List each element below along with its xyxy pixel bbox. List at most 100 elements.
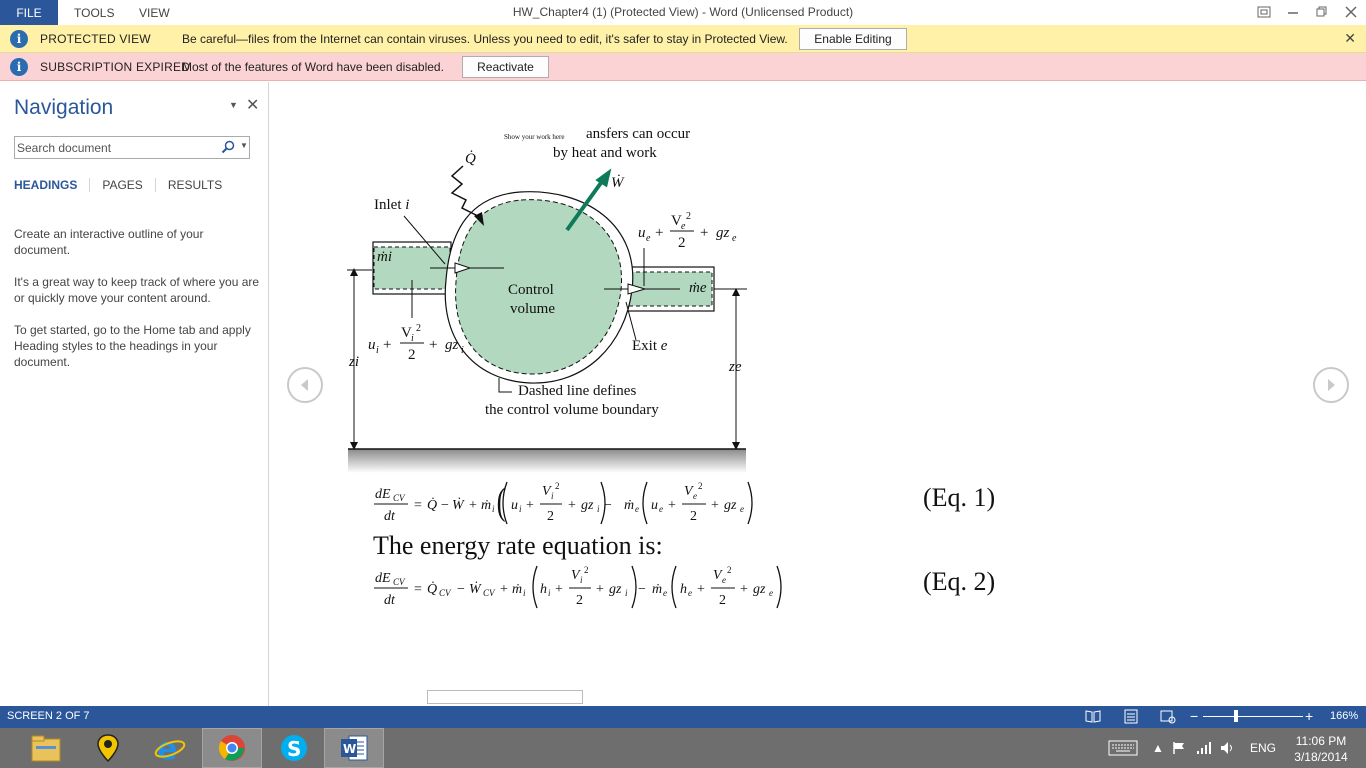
heat-squiggle	[450, 165, 479, 217]
ze-label: ze	[729, 359, 742, 375]
equation-2: dE CV dt = Q̇ CV − Ẇ CV + ṁ i h i + V i …	[374, 565, 782, 609]
zi-label: zi	[349, 354, 360, 370]
svg-text:2: 2	[584, 565, 589, 575]
help-text: It's a great way to keep track of where …	[14, 275, 260, 305]
svg-text:2: 2	[416, 323, 421, 334]
svg-text:Q̇: Q̇	[427, 497, 437, 513]
svg-text:gz: gz	[609, 582, 622, 597]
svg-text:h: h	[540, 582, 547, 597]
horizontal-scrollbar[interactable]	[427, 690, 583, 704]
file-explorer-icon[interactable]	[16, 728, 76, 768]
svg-text:2: 2	[719, 593, 726, 608]
reactivate-button[interactable]: Reactivate	[462, 56, 549, 78]
svg-text:2: 2	[678, 235, 686, 251]
read-mode-icon[interactable]	[1085, 709, 1101, 724]
zoom-out-button[interactable]: −	[1190, 708, 1198, 724]
maps-icon[interactable]	[78, 728, 138, 768]
search-icon[interactable]	[221, 140, 235, 154]
zoom-in-button[interactable]: +	[1305, 708, 1313, 724]
full-screen-icon[interactable]	[1253, 2, 1275, 22]
svg-text:e: e	[769, 588, 773, 598]
title-bar: FILE TOOLS VIEW HW_Chapter4 (1) (Protect…	[0, 0, 1366, 25]
svg-text:gz: gz	[716, 225, 730, 241]
svg-text:2: 2	[408, 347, 416, 363]
equation-1: dE CV dt = Q̇ − Ẇ + ṁ i ( u i + V i 2 2 …	[374, 481, 753, 525]
internet-explorer-icon[interactable]: e	[140, 728, 200, 768]
svg-text:2: 2	[727, 565, 732, 575]
clock[interactable]: 11:06 PM 3/18/2014	[1286, 733, 1356, 765]
svg-text:dt: dt	[384, 593, 396, 608]
screen-indicator: SCREEN 2 OF 7	[7, 710, 90, 722]
boundary-caption: the control volume boundary	[485, 402, 659, 418]
exit-text: Exit	[632, 338, 657, 354]
chrome-icon[interactable]	[202, 728, 262, 768]
equation-1-label: (Eq. 1)	[923, 483, 996, 512]
subscription-expired-label: SUBSCRIPTION EXPIRED	[40, 60, 191, 74]
svg-text:i: i	[376, 345, 379, 356]
svg-text:e: e	[681, 221, 686, 232]
view-menu-tab[interactable]: VIEW	[139, 0, 170, 25]
zoom-slider-thumb[interactable]	[1234, 710, 1238, 722]
svg-text:Q̇: Q̇	[427, 581, 437, 597]
action-center-flag-icon[interactable]	[1172, 728, 1186, 768]
search-input[interactable]	[17, 140, 217, 156]
svg-text:gz: gz	[445, 337, 459, 353]
previous-screen-button[interactable]	[287, 367, 323, 403]
svg-text:dE: dE	[375, 571, 391, 586]
svg-text:e: e	[635, 504, 639, 514]
enable-editing-button[interactable]: Enable Editing	[799, 28, 907, 50]
tab-pages[interactable]: PAGES	[102, 178, 156, 192]
svg-text:+: +	[429, 337, 437, 353]
caption-top: ansfers can occur	[586, 126, 691, 142]
svg-text:e: e	[688, 588, 692, 598]
inlet-text: Inlet	[374, 197, 402, 213]
svg-text:2: 2	[686, 211, 691, 222]
zoom-slider[interactable]	[1203, 716, 1303, 717]
svg-text:+: +	[555, 582, 563, 597]
volume-icon[interactable]	[1220, 728, 1236, 768]
network-signal-icon[interactable]	[1196, 728, 1212, 768]
svg-text:i: i	[461, 345, 464, 356]
zoom-level[interactable]: 166%	[1330, 710, 1358, 722]
tab-results[interactable]: RESULTS	[168, 178, 234, 192]
chevron-down-icon[interactable]: ▼	[240, 141, 248, 150]
svg-text:2: 2	[555, 481, 560, 491]
tab-headings[interactable]: HEADINGS	[14, 178, 91, 192]
search-box[interactable]: ▼	[14, 136, 250, 159]
show-hidden-icons-icon[interactable]: ▲	[1152, 728, 1164, 768]
svg-text:e: e	[732, 233, 737, 244]
chevron-down-icon[interactable]: ▼	[229, 100, 238, 110]
close-window-icon[interactable]	[1340, 2, 1362, 22]
control-volume-label: Control	[508, 282, 554, 298]
svg-text:i: i	[492, 504, 495, 514]
svg-text:2: 2	[690, 509, 697, 524]
navigation-help: Create an interactive outline of your do…	[14, 226, 262, 386]
svg-text:=: =	[414, 582, 422, 597]
svg-text:S: S	[287, 737, 301, 761]
svg-text:dt: dt	[384, 509, 396, 524]
input-language[interactable]: ENG	[1250, 728, 1276, 768]
exit-label: Exit e	[632, 338, 667, 355]
svg-text:e: e	[659, 504, 663, 514]
close-icon[interactable]: ✕	[246, 95, 259, 115]
navigation-title: Navigation	[14, 96, 114, 119]
inlet-mass-flow-label: ṁi	[377, 249, 392, 265]
restore-icon[interactable]	[1311, 2, 1333, 22]
svg-text:CV: CV	[439, 588, 452, 598]
keyboard-icon[interactable]	[1108, 728, 1138, 768]
svg-text:ṁ: ṁ	[481, 498, 491, 513]
web-layout-icon[interactable]	[1160, 709, 1176, 724]
print-layout-icon[interactable]	[1123, 709, 1139, 724]
tools-menu-tab[interactable]: TOOLS	[74, 0, 114, 25]
caption-top: by heat and work	[553, 145, 657, 161]
close-icon[interactable]: ✕	[1344, 30, 1356, 47]
help-text: To get started, go to the Home tab and a…	[14, 323, 251, 369]
skype-icon[interactable]: S	[264, 728, 324, 768]
svg-text:i: i	[523, 588, 526, 598]
svg-text:+: +	[655, 225, 663, 241]
file-menu-tab[interactable]: FILE	[0, 0, 58, 25]
next-screen-button[interactable]	[1313, 367, 1349, 403]
word-icon[interactable]: W	[324, 728, 384, 768]
svg-text:−: −	[457, 582, 465, 597]
minimize-icon[interactable]	[1282, 2, 1304, 22]
